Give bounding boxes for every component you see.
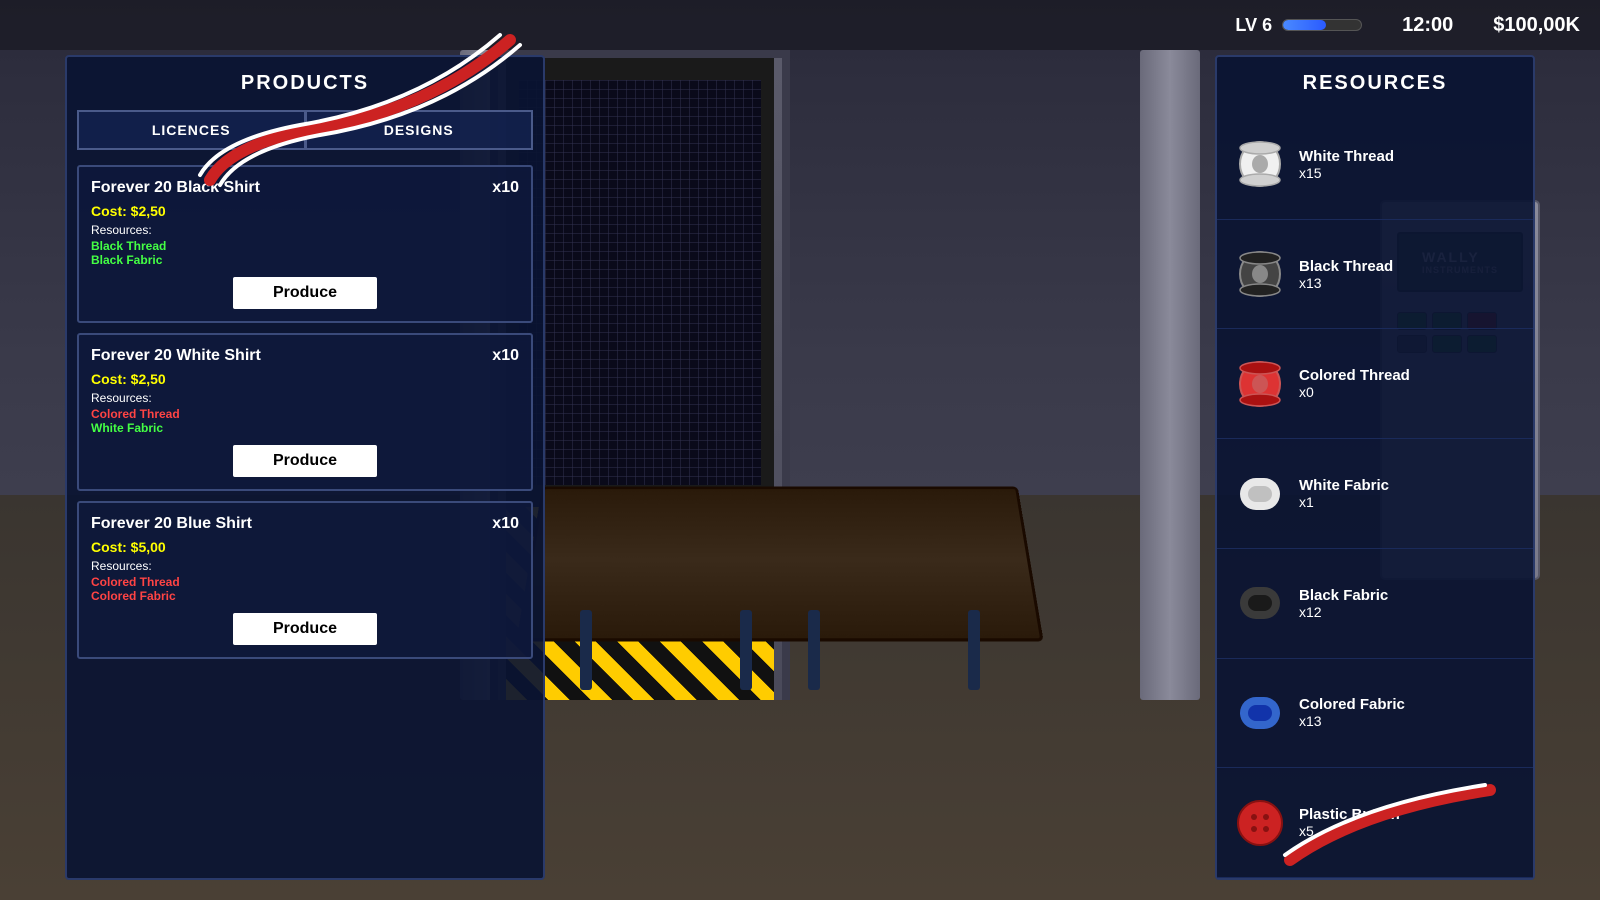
produce-button-0[interactable]: Produce (233, 277, 377, 309)
resource-icon-button-plastic (1232, 795, 1287, 850)
product-header-1: Forever 20 White Shirt x10 (91, 347, 519, 365)
product-cost-1: Cost: $2,50 (91, 371, 519, 387)
resource-count-3: x1 (1299, 494, 1518, 510)
resource-info-3: White Fabricx1 (1299, 477, 1518, 510)
conveyor-leg (580, 610, 592, 690)
product-name-0: Forever 20 Black Shirt (91, 179, 260, 197)
hud-money: $100,00K (1493, 14, 1580, 37)
resource-name-6: Plastic Button (1299, 806, 1518, 823)
resource-count-6: x5 (1299, 823, 1518, 839)
resource-icon-fabric-white (1232, 466, 1287, 521)
product-resources-label-1: Resources: (91, 391, 519, 405)
product-resource-0-1: Black Fabric (91, 253, 519, 267)
hud-time: 12:00 (1402, 14, 1453, 37)
product-resource-2-0: Colored Thread (91, 575, 519, 589)
xp-bar-fill (1283, 20, 1326, 30)
resource-name-0: White Thread (1299, 148, 1518, 165)
product-card-1: Forever 20 White Shirt x10 Cost: $2,50 Reso… (77, 333, 533, 491)
produce-button-2[interactable]: Produce (233, 613, 377, 645)
resources-panel: RESOURCES White Threadx15Black Threadx13… (1215, 55, 1535, 880)
resource-info-6: Plastic Buttonx5 (1299, 806, 1518, 839)
product-resources-label-0: Resources: (91, 223, 519, 237)
resource-row-3: White Fabricx1 (1217, 439, 1533, 549)
conveyor-leg (968, 610, 980, 690)
resource-name-4: Black Fabric (1299, 587, 1518, 604)
resource-icon-thread-white (1232, 137, 1287, 192)
resource-icon-thread-colored (1232, 356, 1287, 411)
resource-name-5: Colored Fabric (1299, 696, 1518, 713)
resource-row-5: Colored Fabricx13 (1217, 659, 1533, 769)
tab-licences[interactable]: LICENCES (77, 110, 305, 150)
resource-count-4: x12 (1299, 604, 1518, 620)
product-cost-2: Cost: $5,00 (91, 539, 519, 555)
conveyor-legs (560, 630, 1000, 690)
resources-panel-title: RESOURCES (1217, 57, 1533, 110)
product-qty-2: x10 (492, 515, 519, 533)
products-panel: PRODUCTS LICENCES DESIGNS Forever 20 Bla… (65, 55, 545, 880)
hud-top-bar: LV 6 12:00 $100,00K (0, 0, 1600, 50)
product-card-2: Forever 20 Blue Shirt x10 Cost: $5,00 Resou… (77, 501, 533, 659)
conveyor-leg (808, 610, 820, 690)
product-name-1: Forever 20 White Shirt (91, 347, 261, 365)
resource-info-0: White Threadx15 (1299, 148, 1518, 181)
resource-row-4: Black Fabricx12 (1217, 549, 1533, 659)
resource-count-5: x13 (1299, 713, 1518, 729)
resource-row-2: Colored Threadx0 (1217, 329, 1533, 439)
product-resource-1-1: White Fabric (91, 421, 519, 435)
product-resource-1-0: Colored Thread (91, 407, 519, 421)
resource-icon-fabric-black (1232, 576, 1287, 631)
product-cost-0: Cost: $2,50 (91, 203, 519, 219)
level-text: LV 6 (1235, 15, 1272, 36)
resource-count-1: x13 (1299, 275, 1518, 291)
resource-info-2: Colored Threadx0 (1299, 367, 1518, 400)
resource-name-2: Colored Thread (1299, 367, 1518, 384)
resource-icon-fabric-colored (1232, 685, 1287, 740)
tabs-row: LICENCES DESIGNS (77, 110, 533, 150)
resource-row-1: Black Threadx13 (1217, 220, 1533, 330)
product-card-0: Forever 20 Black Shirt x10 Cost: $2,50 Reso… (77, 165, 533, 323)
resource-count-0: x15 (1299, 165, 1518, 181)
xp-bar-background (1282, 19, 1362, 31)
resource-name-1: Black Thread (1299, 258, 1518, 275)
resource-name-3: White Fabric (1299, 477, 1518, 494)
produce-button-1[interactable]: Produce (233, 445, 377, 477)
products-list: Forever 20 Black Shirt x10 Cost: $2,50 Reso… (67, 160, 543, 878)
resource-icon-thread-black (1232, 247, 1287, 302)
product-qty-0: x10 (492, 179, 519, 197)
resource-info-4: Black Fabricx12 (1299, 587, 1518, 620)
resources-list: White Threadx15Black Threadx13Colored Th… (1217, 110, 1533, 878)
product-header-2: Forever 20 Blue Shirt x10 (91, 515, 519, 533)
product-resource-0-0: Black Thread (91, 239, 519, 253)
resource-info-1: Black Threadx13 (1299, 258, 1518, 291)
product-qty-1: x10 (492, 347, 519, 365)
product-resource-2-1: Colored Fabric (91, 589, 519, 603)
column-right (1140, 50, 1200, 700)
conveyor-leg (740, 610, 752, 690)
product-resources-label-2: Resources: (91, 559, 519, 573)
conveyor-belt (516, 487, 1043, 642)
products-panel-title: PRODUCTS (67, 57, 543, 110)
hud-level: LV 6 (1235, 15, 1362, 36)
tab-designs[interactable]: DESIGNS (305, 110, 534, 150)
product-header-0: Forever 20 Black Shirt x10 (91, 179, 519, 197)
resource-count-2: x0 (1299, 384, 1518, 400)
product-name-2: Forever 20 Blue Shirt (91, 515, 252, 533)
resource-row-6: Plastic Buttonx5 (1217, 768, 1533, 878)
resource-row-0: White Threadx15 (1217, 110, 1533, 220)
resource-info-5: Colored Fabricx13 (1299, 696, 1518, 729)
conveyor-area (480, 300, 1100, 720)
